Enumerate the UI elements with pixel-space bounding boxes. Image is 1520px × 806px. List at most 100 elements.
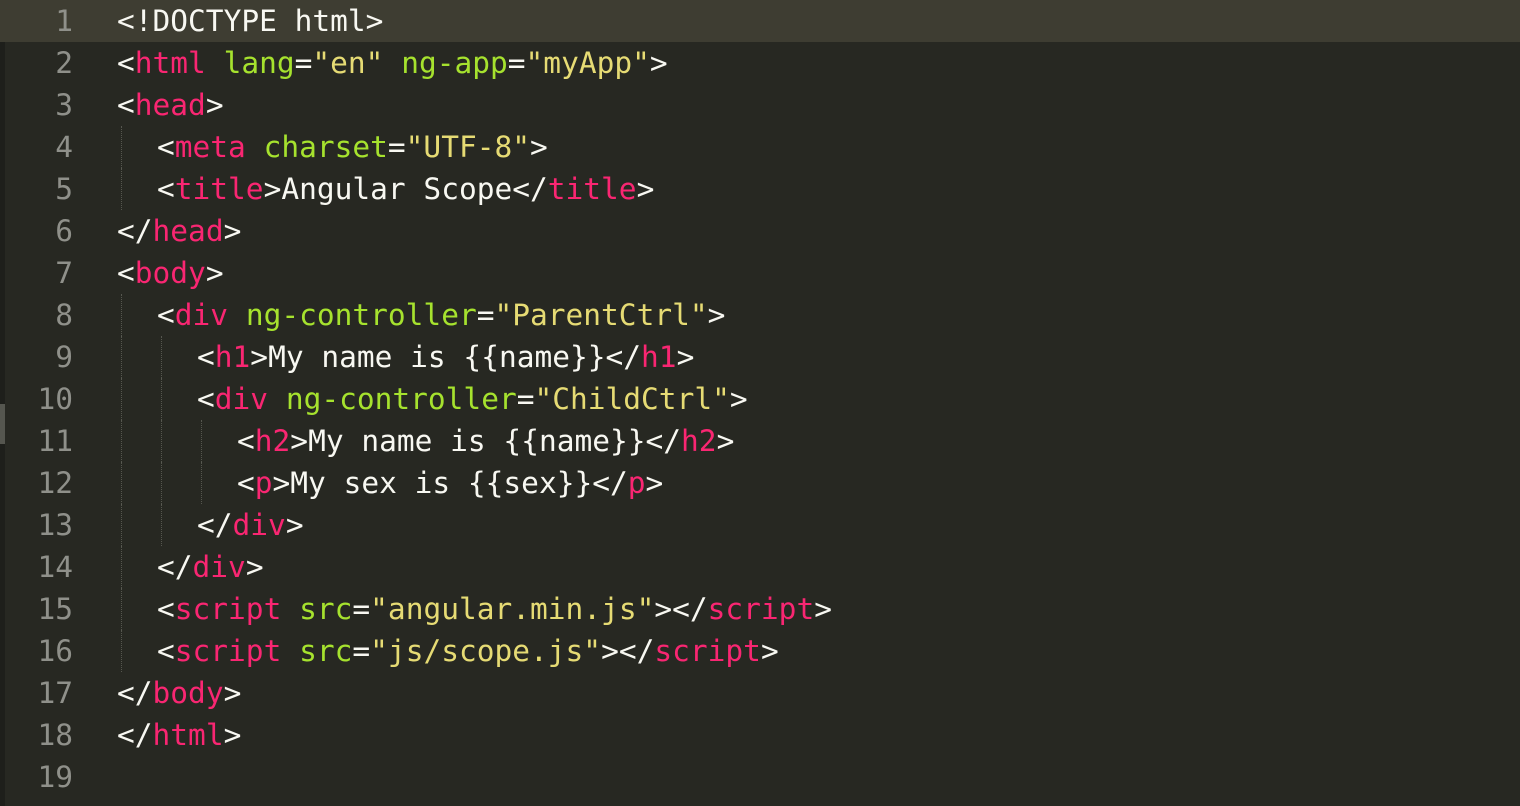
indent-guide <box>161 504 162 546</box>
tag-name-token: div <box>232 508 286 542</box>
punctuation-token: > <box>814 592 832 626</box>
punctuation-token: < <box>157 634 175 668</box>
code-text: <script src="angular.min.js"></script> <box>157 588 832 630</box>
tag-name-token: p <box>627 466 646 500</box>
tag-name-token: body <box>152 676 224 710</box>
code-text: <html lang="en" ng-app="myApp"> <box>117 42 668 84</box>
line-number: 14 <box>37 550 73 584</box>
code-text: </head> <box>117 210 241 252</box>
code-text: <head> <box>117 84 224 126</box>
line-number: 3 <box>55 88 73 122</box>
indent-guide <box>121 336 122 378</box>
code-text: <h1>My name is {{name}}</h1> <box>197 336 694 378</box>
code-line[interactable]: 18 </html> <box>0 714 1520 756</box>
line-number: 10 <box>37 382 73 416</box>
indent-guide <box>121 378 122 420</box>
indent-guide <box>121 588 122 630</box>
line-number: 4 <box>55 130 73 164</box>
indent-guide <box>121 630 122 672</box>
code-line[interactable]: 9 <h1>My name is {{name}}</h1> <box>0 336 1520 378</box>
code-text: </body> <box>117 672 241 714</box>
line-number: 15 <box>37 592 73 626</box>
punctuation-token <box>281 634 299 668</box>
string-token: "myApp" <box>525 46 650 80</box>
indent-guide <box>201 420 202 462</box>
tag-name-token: h2 <box>681 424 717 458</box>
punctuation-token: > <box>223 214 242 248</box>
punctuation-token: = <box>352 592 371 626</box>
punctuation-token: </ <box>117 214 153 248</box>
punctuation-token: < <box>197 340 215 374</box>
punctuation-token: <!DOCTYPE html> <box>117 4 384 38</box>
attribute-token: ng-controller <box>285 382 517 416</box>
code-line[interactable]: 2 <html lang="en" ng-app="myApp"> <box>0 42 1520 84</box>
punctuation-token <box>383 46 401 80</box>
code-line[interactable]: 10 <div ng-controller="ChildCtrl"> <box>0 378 1520 420</box>
line-number: 2 <box>55 46 73 80</box>
code-text: <meta charset="UTF-8"> <box>157 126 548 168</box>
string-token: "ChildCtrl" <box>534 382 730 416</box>
punctuation-token: < <box>197 382 215 416</box>
code-line[interactable]: 17 </body> <box>0 672 1520 714</box>
line-number: 19 <box>37 760 73 794</box>
punctuation-token: < <box>237 424 255 458</box>
code-line[interactable]: 11 <h2>My name is {{name}}</h2> <box>0 420 1520 462</box>
tag-name-token: body <box>134 256 206 290</box>
punctuation-token: > <box>645 466 664 500</box>
code-line[interactable]: 13 </div> <box>0 504 1520 546</box>
punctuation-token: </ <box>197 508 233 542</box>
code-text: </html> <box>117 714 241 756</box>
code-line[interactable]: 15 <script src="angular.min.js"></script> <box>0 588 1520 630</box>
indent-guide <box>161 378 162 420</box>
code-text: <!DOCTYPE html> <box>117 0 383 42</box>
punctuation-token <box>268 382 286 416</box>
punctuation-token: > <box>245 550 264 584</box>
text-token: My name is {{name}} <box>268 340 606 374</box>
code-line[interactable]: 7 <body> <box>0 252 1520 294</box>
punctuation-token: </ <box>512 172 548 206</box>
line-number: 16 <box>37 634 73 668</box>
indent-guide <box>121 546 122 588</box>
string-token: "UTF-8" <box>405 130 530 164</box>
code-line[interactable]: 3 <head> <box>0 84 1520 126</box>
code-line[interactable]: 16 <script src="js/scope.js"></script> <box>0 630 1520 672</box>
code-line[interactable]: 8 <div ng-controller="ParentCtrl"> <box>0 294 1520 336</box>
tag-name-token: div <box>214 382 269 416</box>
punctuation-token: > <box>263 172 282 206</box>
attribute-token: ng-app <box>401 46 508 80</box>
tag-name-token: script <box>174 592 282 626</box>
punctuation-token: > <box>285 508 304 542</box>
code-editor[interactable]: 1 <!DOCTYPE html> 2 <html lang="en" ng-app=… <box>0 0 1520 806</box>
code-line[interactable]: 19 <box>0 756 1520 798</box>
punctuation-token: < <box>157 130 175 164</box>
tag-name-token: div <box>192 550 246 584</box>
punctuation-token: = <box>516 382 535 416</box>
punctuation-token: > <box>223 676 242 710</box>
punctuation-token: > <box>649 46 668 80</box>
code-text: </div> <box>157 546 264 588</box>
line-number: 11 <box>37 424 73 458</box>
tag-name-token: script <box>174 634 282 668</box>
punctuation-token: = <box>352 634 371 668</box>
line-number: 18 <box>37 718 73 752</box>
code-line[interactable]: 5 <title>Angular Scope</title> <box>0 168 1520 210</box>
punctuation-token: = <box>387 130 406 164</box>
code-line[interactable]: 14 </div> <box>0 546 1520 588</box>
code-line[interactable]: 4 <meta charset="UTF-8"> <box>0 126 1520 168</box>
code-text: <div ng-controller="ChildCtrl"> <box>197 378 748 420</box>
punctuation-token: </ <box>157 550 193 584</box>
code-line[interactable]: 12 <p>My sex is {{sex}}</p> <box>0 462 1520 504</box>
line-number: 6 <box>55 214 73 248</box>
line-number: 12 <box>37 466 73 500</box>
line-number: 5 <box>55 172 73 206</box>
code-text: <p>My sex is {{sex}}</p> <box>237 462 663 504</box>
tag-name-token: title <box>174 172 264 206</box>
punctuation-token <box>206 46 224 80</box>
punctuation-token: < <box>157 298 175 332</box>
code-text: <script src="js/scope.js"></script> <box>157 630 779 672</box>
punctuation-token: </ <box>117 676 153 710</box>
tag-name-token: head <box>134 88 206 122</box>
indent-guide <box>121 504 122 546</box>
code-line[interactable]: 6 </head> <box>0 210 1520 252</box>
code-line[interactable]: 1 <!DOCTYPE html> <box>0 0 1520 42</box>
